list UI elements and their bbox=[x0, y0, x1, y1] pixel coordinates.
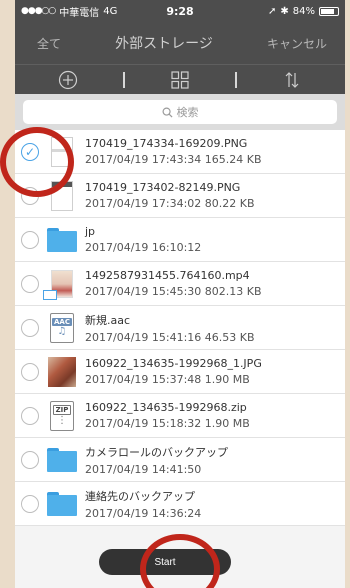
list-item[interactable]: ✓ 170419_174334-169209.PNG 2017/04/19 17:4… bbox=[15, 130, 345, 174]
phone-screen: ●●●○○ 中華電信 4G 9:28 ➚ ✱ 84% 全て 外部ストレージ キャ… bbox=[15, 0, 345, 588]
search-icon bbox=[162, 107, 173, 118]
signal-dots-icon: ●●●○○ bbox=[21, 6, 56, 16]
cancel-button[interactable]: キャンセル bbox=[267, 35, 327, 52]
page-title: 外部ストレージ bbox=[115, 36, 213, 52]
select-radio[interactable] bbox=[21, 186, 39, 205]
battery-icon bbox=[319, 6, 339, 16]
list-item[interactable]: 170419_173402-82149.PNG 2017/04/19 17:34:… bbox=[15, 174, 345, 218]
list-item[interactable]: ZIP ⋮ 160922_134635-1992968.zip 2017/04/19 … bbox=[15, 394, 345, 438]
file-name: 170419_174334-169209.PNG bbox=[85, 137, 248, 150]
select-radio[interactable] bbox=[21, 494, 39, 513]
file-info: 2017/04/19 15:37:48 1.90 MB bbox=[85, 373, 250, 386]
file-name: 新規.aac bbox=[85, 313, 131, 327]
file-info: 2017/04/19 17:34:02 80.22 KB bbox=[85, 197, 255, 210]
file-name: 1492587931455.764160.mp4 bbox=[85, 269, 250, 282]
file-name: 160922_134635-1992968.zip bbox=[85, 401, 247, 414]
toolbar bbox=[15, 64, 345, 94]
list-item[interactable]: カメラロールのバックアップ 2017/04/19 14:41:50 bbox=[15, 438, 345, 482]
photo-thumbnail bbox=[47, 356, 77, 388]
toolbar-divider bbox=[123, 71, 126, 88]
file-name: 連絡先のバックアップ bbox=[85, 489, 195, 503]
list-item[interactable]: jp 2017/04/19 16:10:12 bbox=[15, 218, 345, 262]
folder-icon bbox=[47, 224, 77, 256]
file-meta: 170419_174334-169209.PNG 2017/04/19 17:43… bbox=[85, 137, 262, 166]
file-meta: 連絡先のバックアップ 2017/04/19 14:36:24 bbox=[85, 488, 201, 520]
grid-icon[interactable] bbox=[168, 69, 192, 91]
file-list: ✓ 170419_174334-169209.PNG 2017/04/19 17:4… bbox=[15, 130, 345, 526]
clock: 9:28 bbox=[166, 4, 194, 18]
file-info: 2017/04/19 15:45:30 802.13 KB bbox=[85, 285, 262, 298]
image-thumbnail bbox=[47, 136, 77, 168]
status-bar: ●●●○○ 中華電信 4G 9:28 ➚ ✱ 84% bbox=[15, 0, 345, 22]
select-radio[interactable] bbox=[21, 362, 39, 381]
network-label: 4G bbox=[103, 5, 118, 17]
search-input[interactable]: 検索 bbox=[23, 100, 337, 124]
file-info: 2017/04/19 15:41:16 46.53 KB bbox=[85, 330, 255, 344]
video-thumbnail bbox=[43, 268, 77, 300]
file-name: カメラロールのバックアップ bbox=[85, 445, 228, 459]
list-item[interactable]: 1492587931455.764160.mp4 2017/04/19 15:45… bbox=[15, 262, 345, 306]
search-bar: 検索 bbox=[15, 94, 345, 130]
bluetooth-icon: ✱ bbox=[280, 5, 289, 17]
file-info: 2017/04/19 14:41:50 bbox=[85, 462, 202, 476]
add-icon[interactable] bbox=[56, 69, 80, 91]
file-name: 170419_173402-82149.PNG bbox=[85, 181, 241, 194]
audio-file-icon: AAC ♫ bbox=[47, 312, 77, 344]
select-radio[interactable] bbox=[21, 230, 39, 249]
file-meta: 1492587931455.764160.mp4 2017/04/19 15:45… bbox=[85, 269, 262, 298]
search-placeholder: 検索 bbox=[176, 106, 199, 119]
file-meta: 160922_134635-1992968_1.JPG 2017/04/19 15… bbox=[85, 357, 262, 386]
file-meta: jp 2017/04/19 16:10:12 bbox=[85, 225, 201, 254]
video-badge-icon bbox=[43, 289, 57, 300]
location-icon: ➚ bbox=[267, 5, 277, 17]
file-meta: 新規.aac 2017/04/19 15:41:16 46.53 KB bbox=[85, 312, 255, 344]
file-info: 2017/04/19 16:10:12 bbox=[85, 241, 202, 254]
select-radio[interactable] bbox=[21, 274, 39, 293]
start-button[interactable]: Start bbox=[99, 549, 231, 575]
folder-icon bbox=[47, 444, 77, 476]
battery-percent: 84% bbox=[292, 5, 315, 17]
zip-file-icon: ZIP ⋮ bbox=[47, 400, 77, 432]
list-item[interactable]: AAC ♫ 新規.aac 2017/04/19 15:41:16 46.53 KB bbox=[15, 306, 345, 350]
list-item[interactable]: 連絡先のバックアップ 2017/04/19 14:36:24 bbox=[15, 482, 345, 526]
file-meta: 160922_134635-1992968.zip 2017/04/19 15:1… bbox=[85, 401, 250, 430]
image-thumbnail bbox=[47, 180, 77, 212]
file-info: 2017/04/19 15:18:32 1.90 MB bbox=[85, 417, 250, 430]
file-name: 160922_134635-1992968_1.JPG bbox=[85, 357, 262, 370]
list-item[interactable]: 160922_134635-1992968_1.JPG 2017/04/19 15… bbox=[15, 350, 345, 394]
sort-icon[interactable] bbox=[280, 69, 304, 91]
carrier-label: 中華電信 bbox=[59, 7, 100, 19]
select-radio[interactable] bbox=[21, 406, 39, 425]
file-name: jp bbox=[85, 225, 96, 238]
select-radio[interactable] bbox=[21, 450, 39, 469]
nav-bar: 全て 外部ストレージ キャンセル bbox=[15, 22, 345, 64]
select-all-button[interactable]: 全て bbox=[37, 35, 61, 52]
toolbar-divider bbox=[234, 71, 237, 88]
checkmark-icon[interactable]: ✓ bbox=[21, 142, 39, 161]
file-info: 2017/04/19 17:43:34 165.24 KB bbox=[85, 153, 262, 166]
file-meta: カメラロールのバックアップ 2017/04/19 14:41:50 bbox=[85, 444, 228, 476]
folder-icon bbox=[47, 488, 77, 520]
select-radio[interactable] bbox=[21, 318, 39, 337]
file-meta: 170419_173402-82149.PNG 2017/04/19 17:34:… bbox=[85, 181, 255, 210]
file-info: 2017/04/19 14:36:24 bbox=[85, 506, 202, 520]
